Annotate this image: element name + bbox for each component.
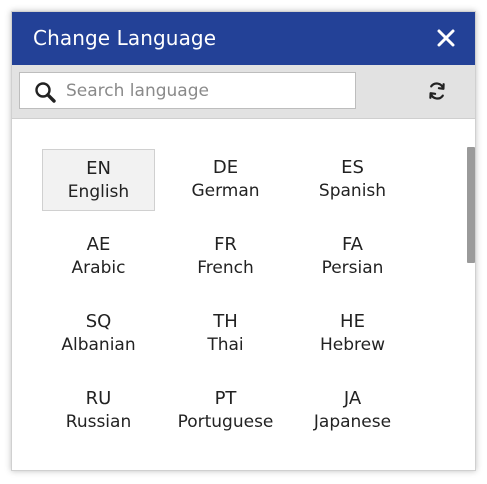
language-code: ES [341,157,364,178]
language-item-en[interactable]: EN English [42,149,155,211]
language-item-de[interactable]: DE German [169,149,282,211]
language-name: Arabic [71,258,126,278]
language-name: Albanian [61,335,136,355]
language-item-ru[interactable]: RU Russian [42,380,155,442]
dialog-header: Change Language [12,12,475,65]
language-code: RU [85,388,112,409]
language-item-sq[interactable]: SQ Albanian [42,303,155,365]
language-code: EN [86,158,111,179]
language-name: Spanish [318,181,387,201]
language-name: English [67,182,130,202]
change-language-dialog: Change Language EN [11,11,476,471]
language-item-fa[interactable]: FA Persian [296,226,409,288]
language-code: HE [340,311,365,332]
language-name: Japanese [313,412,392,432]
language-name: Thai [207,335,244,355]
language-code: SQ [85,311,112,332]
language-code: FA [341,234,363,255]
language-item-he[interactable]: HE Hebrew [296,303,409,365]
language-item-fr[interactable]: FR French [169,226,282,288]
close-icon [437,29,455,47]
search-icon [35,82,56,103]
language-name: French [197,258,254,278]
language-name: German [191,181,260,201]
language-code: FR [214,234,237,255]
dialog-title: Change Language [33,26,217,50]
refresh-icon [429,82,445,100]
language-name: Russian [65,412,132,432]
refresh-button[interactable] [427,81,447,101]
language-code: DE [212,157,239,178]
language-name: Hebrew [319,335,385,355]
language-item-pt[interactable]: PT Portuguese [169,380,282,442]
language-code: TH [213,311,238,332]
search-toolbar [12,65,475,119]
language-code: PT [214,388,237,409]
language-item-ae[interactable]: AE Arabic [42,226,155,288]
language-code: JA [343,388,362,409]
language-name: Portuguese [177,412,274,432]
language-name: Persian [321,258,384,278]
search-box[interactable] [19,72,356,109]
close-button[interactable] [437,29,455,47]
language-code: AE [86,234,111,255]
language-list-container: EN English DE German ES Spanish AE Arabi… [12,119,475,470]
search-input[interactable] [66,77,346,104]
language-item-th[interactable]: TH Thai [169,303,282,365]
language-item-es[interactable]: ES Spanish [296,149,409,211]
scrollbar-thumb[interactable] [467,147,475,263]
language-item-ja[interactable]: JA Japanese [296,380,409,442]
